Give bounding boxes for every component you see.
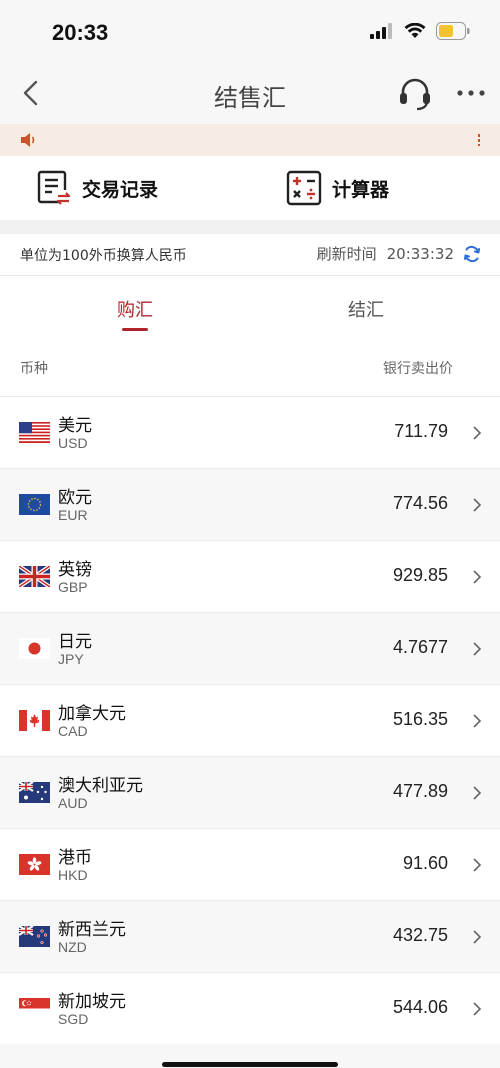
currency-code: SGD — [58, 1011, 89, 1027]
tab-buy[interactable]: 购汇 — [117, 296, 153, 322]
column-header: 币种 银行卖出价 — [0, 338, 500, 396]
chevron-right-icon — [473, 786, 482, 800]
calculator-button[interactable]: 计算器 — [286, 170, 389, 206]
currency-name: 新加坡元 — [58, 992, 126, 1012]
currency-code: HKD — [58, 867, 88, 883]
currency-name: 英镑 — [58, 560, 92, 580]
unit-description: 单位为100外币换算人民币 — [20, 248, 187, 264]
currency-name: 新西兰元 — [58, 920, 126, 940]
currency-row-cad[interactable]: 加拿大元 CAD 516.35 — [0, 684, 500, 756]
chevron-right-icon — [473, 1002, 482, 1016]
currency-code: JPY — [58, 651, 84, 667]
home-indicator — [162, 1062, 338, 1067]
speaker-icon — [21, 133, 35, 147]
currency-code: USD — [58, 435, 88, 451]
refresh-time: 20:33:32 — [386, 244, 454, 263]
chevron-right-icon — [473, 570, 482, 584]
jp-flag-icon — [19, 638, 50, 659]
currency-price: 477.89 — [392, 781, 448, 801]
currency-row-jpy[interactable]: 日元 JPY 4.7677 — [0, 612, 500, 684]
us-flag-icon — [19, 422, 50, 443]
currency-row-hkd[interactable]: 港币 HKD 91.60 — [0, 828, 500, 900]
quick-actions: 交易记录 计算器 — [0, 156, 500, 220]
currency-name: 美元 — [58, 416, 92, 436]
currency-name: 加拿大元 — [58, 704, 126, 724]
sg-flag-icon — [19, 998, 50, 1019]
tab-sell[interactable]: 结汇 — [348, 296, 384, 322]
currency-row-nzd[interactable]: 新西兰元 NZD 432.75 — [0, 900, 500, 972]
currency-name: 欧元 — [58, 488, 92, 508]
active-tab-indicator — [122, 328, 148, 331]
currency-price: 929.85 — [392, 565, 448, 585]
currency-name: 澳大利亚元 — [58, 776, 143, 796]
currency-name: 港币 — [58, 848, 92, 868]
column-currency: 币种 — [20, 361, 48, 377]
chevron-right-icon — [473, 498, 482, 512]
refresh-icon[interactable] — [462, 244, 482, 264]
refresh-label: 刷新时间 — [316, 245, 377, 263]
calculator-label: 计算器 — [332, 178, 390, 201]
more-icon[interactable] — [456, 88, 486, 98]
chevron-right-icon — [473, 858, 482, 872]
currency-price: 432.75 — [392, 925, 448, 945]
status-icons — [370, 22, 470, 40]
currency-code: CAD — [58, 723, 88, 739]
currency-row-aud[interactable]: 澳大利亚元 AUD 477.89 — [0, 756, 500, 828]
transaction-records-button[interactable]: 交易记录 — [36, 170, 158, 206]
uk-flag-icon — [19, 566, 50, 587]
currency-price: 516.35 — [392, 709, 448, 729]
exchange-tabs: 购汇 结汇 — [0, 276, 500, 338]
chevron-right-icon — [473, 426, 482, 440]
nav-bar: 结售汇 — [0, 64, 500, 124]
au-flag-icon — [19, 782, 50, 803]
status-bar: 20:33 — [0, 0, 500, 64]
hk-flag-icon — [19, 854, 50, 875]
notice-more-icon[interactable] — [476, 133, 482, 147]
chevron-right-icon — [473, 714, 482, 728]
transaction-records-label: 交易记录 — [82, 178, 159, 201]
currency-price: 544.06 — [392, 997, 448, 1017]
currency-code: GBP — [58, 579, 88, 595]
records-icon — [37, 170, 71, 205]
chevron-right-icon — [473, 930, 482, 944]
currency-code: EUR — [58, 507, 88, 523]
battery-icon — [436, 22, 470, 40]
currency-row-eur[interactable]: 欧元 EUR 774.56 — [0, 468, 500, 540]
chevron-right-icon — [473, 642, 482, 656]
column-price: 银行卖出价 — [383, 361, 453, 377]
currency-price: 91.60 — [402, 853, 448, 873]
section-divider — [0, 220, 500, 234]
wifi-icon — [404, 23, 426, 38]
notice-bar[interactable] — [0, 124, 500, 156]
currency-list: 美元 USD 711.79 欧元 EUR 774.56 英镑 GBP 929.8… — [0, 396, 500, 1044]
currency-code: NZD — [58, 939, 87, 955]
ca-flag-icon — [19, 710, 50, 731]
customer-service-icon[interactable] — [397, 76, 433, 112]
refresh-area[interactable]: 刷新时间 20:33:32 — [317, 243, 482, 264]
currency-row-gbp[interactable]: 英镑 GBP 929.85 — [0, 540, 500, 612]
currency-price: 774.56 — [392, 493, 448, 513]
signal-icon — [370, 23, 392, 39]
calculator-icon — [286, 170, 322, 206]
status-time: 20:33 — [52, 20, 109, 45]
currency-price: 4.7677 — [392, 637, 448, 657]
info-row: 单位为100外币换算人民币 刷新时间 20:33:32 — [0, 234, 500, 276]
currency-row-usd[interactable]: 美元 USD 711.79 — [0, 396, 500, 468]
currency-price: 711.79 — [394, 421, 448, 441]
currency-code: AUD — [58, 795, 88, 811]
nz-flag-icon — [19, 926, 50, 947]
currency-row-sgd[interactable]: 新加坡元 SGD 544.06 — [0, 972, 500, 1044]
eu-flag-icon — [19, 494, 50, 515]
currency-name: 日元 — [58, 632, 92, 652]
